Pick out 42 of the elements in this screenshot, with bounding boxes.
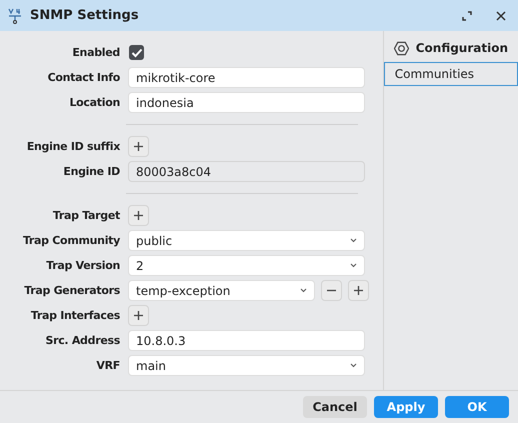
- add-button[interactable]: [128, 205, 149, 226]
- network-icon: [8, 8, 22, 24]
- field-label: Src. Address: [44, 334, 121, 347]
- field-label: Engine ID: [62, 165, 121, 178]
- chevron-down-icon: [350, 263, 357, 268]
- dropdown-field[interactable]: public: [128, 230, 365, 251]
- plus-icon: [134, 211, 143, 220]
- plus-icon: [134, 311, 143, 320]
- dropdown-field[interactable]: 2: [128, 255, 365, 276]
- field-label: Engine ID suffix: [26, 140, 121, 153]
- add-button[interactable]: [128, 136, 149, 157]
- sidebar-item[interactable]: Communities: [384, 62, 518, 86]
- readonly-field: 80003a8c04: [128, 161, 365, 182]
- plus-icon: [354, 286, 363, 295]
- field-label: Trap Community: [22, 234, 121, 247]
- dialog-button[interactable]: Cancel: [303, 396, 367, 418]
- field-label: Trap Version: [45, 259, 121, 272]
- field-label: Trap Generators: [23, 284, 121, 297]
- window-title: SNMP Settings: [30, 8, 140, 23]
- plus-icon: [134, 142, 143, 151]
- sidebar-heading: Configuration: [416, 41, 508, 55]
- field-label: Enabled: [71, 46, 121, 59]
- add-button[interactable]: [128, 305, 149, 326]
- add-button[interactable]: [348, 280, 369, 301]
- input-field[interactable]: 10.8.0.3: [128, 330, 365, 351]
- field-label: Contact Info: [46, 71, 121, 84]
- chevron-down-icon: [350, 363, 357, 368]
- expand-icon[interactable]: [462, 10, 472, 20]
- chevron-down-icon: [350, 238, 357, 243]
- enabled-checkbox[interactable]: [129, 45, 144, 60]
- field-label: Trap Interfaces: [30, 309, 121, 322]
- close-icon[interactable]: [496, 10, 506, 20]
- field-label: Trap Target: [52, 209, 121, 222]
- dropdown-field[interactable]: main: [128, 355, 365, 376]
- input-field[interactable]: mikrotik-core: [128, 67, 365, 88]
- dropdown-field[interactable]: temp-exception: [128, 280, 315, 301]
- remove-button[interactable]: [321, 280, 342, 301]
- field-label: VRF: [95, 359, 121, 372]
- settings-icon: [394, 40, 409, 56]
- field-label: Location: [68, 96, 121, 109]
- input-field[interactable]: indonesia: [128, 92, 365, 113]
- chevron-down-icon: [300, 288, 307, 293]
